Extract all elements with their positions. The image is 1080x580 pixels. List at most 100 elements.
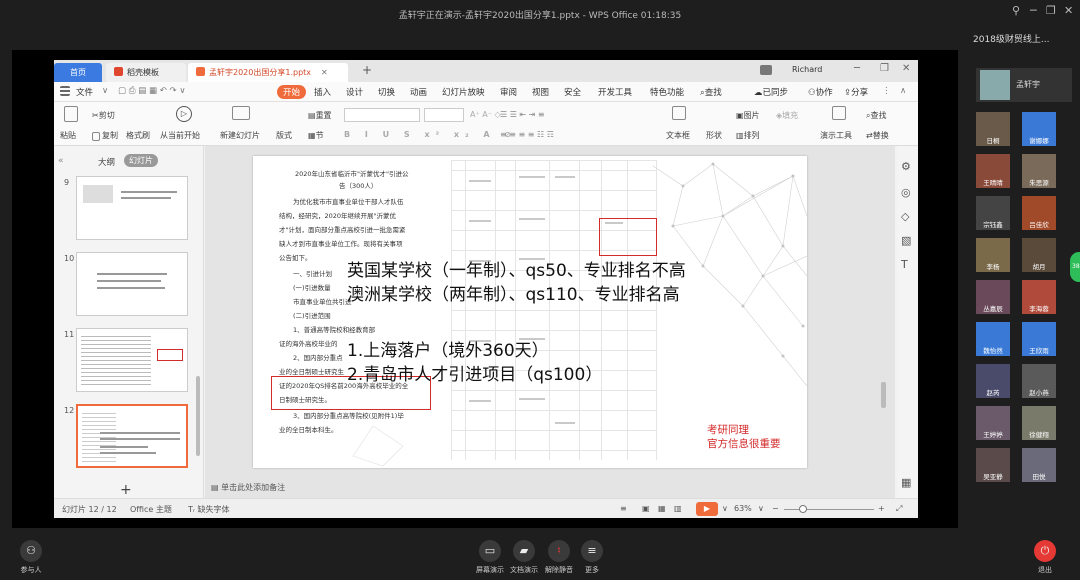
zoom-slider-thumb[interactable] — [799, 505, 807, 513]
host-tile[interactable]: 孟轩宇 — [976, 68, 1072, 102]
minimize-icon[interactable]: ─ — [1030, 4, 1037, 17]
sorter-view-icon[interactable]: ▦ — [658, 504, 666, 513]
collapse-ribbon-icon[interactable]: ∧ — [900, 86, 906, 96]
chevron-down-icon[interactable]: ∨ — [102, 86, 108, 96]
reading-view-icon[interactable]: ▥ — [674, 504, 682, 513]
textbox-button[interactable]: 文本框 — [666, 130, 690, 141]
from-current-button[interactable]: 从当前开始 — [160, 130, 200, 141]
pin-icon[interactable]: ⚲ — [1012, 4, 1020, 17]
menu-share[interactable]: ⇪分享 — [844, 86, 868, 98]
font-name-select[interactable] — [344, 108, 420, 122]
wps-minimize-icon[interactable]: ─ — [854, 63, 860, 74]
fill-button[interactable]: ◈填充 — [776, 110, 798, 121]
menu-start[interactable]: 开始 — [277, 85, 307, 99]
slide-thumb-10[interactable] — [76, 252, 188, 316]
find-button[interactable]: ⌕查找 — [866, 110, 886, 121]
zoom-in-icon[interactable]: + — [878, 504, 885, 513]
add-slide-icon[interactable]: + — [120, 482, 132, 498]
picture-button[interactable]: ▣图片 — [736, 110, 760, 121]
participant-tile[interactable]: 田悦 — [1022, 448, 1056, 482]
layout-button[interactable]: 版式 — [276, 130, 292, 141]
participant-tile[interactable]: 吴亚静 — [976, 448, 1010, 482]
restore-icon[interactable]: ❐ — [1046, 4, 1056, 17]
share-screen-button[interactable]: ▭ 屏幕演示 — [476, 540, 504, 575]
canvas-scrollbar[interactable] — [881, 382, 886, 408]
close-icon[interactable]: ✕ — [1064, 4, 1073, 17]
participant-tile[interactable]: 赵小燕 — [1022, 364, 1056, 398]
new-slide-icon[interactable] — [232, 106, 252, 120]
new-slide-button[interactable]: 新建幻灯片 — [220, 130, 260, 141]
align-icons[interactable]: ≡ ≡ ≡ ≡ ☷ ☶ — [500, 130, 554, 139]
menu-devtools[interactable]: 开发工具 — [598, 86, 632, 98]
cut-button[interactable]: ✂剪切 — [92, 110, 115, 121]
slide-tools-icon[interactable] — [832, 106, 848, 120]
slide-thumb-9[interactable] — [76, 176, 188, 240]
menu-transition[interactable]: 切换 — [378, 86, 395, 98]
menu-features[interactable]: 特色功能 — [650, 86, 684, 98]
participant-tile[interactable]: 丛嘉辰 — [976, 280, 1010, 314]
tab-slides[interactable]: 幻灯片 — [124, 154, 158, 167]
participant-tile[interactable]: 李海蓉 — [1022, 280, 1056, 314]
play-icon[interactable]: ▷ — [176, 106, 192, 122]
wps-close-icon[interactable]: ✕ — [902, 63, 910, 74]
tab-templates[interactable]: 稻壳模板 — [106, 63, 186, 82]
font-grow-icon[interactable]: A⁺ A⁻ ◇ — [470, 110, 501, 119]
menu-file[interactable]: 文件 — [76, 86, 93, 98]
grid-tool-icon[interactable]: ▦ — [901, 476, 911, 489]
menu-view[interactable]: 视图 — [532, 86, 549, 98]
adjust-icon[interactable]: ⚙ — [901, 160, 911, 173]
quick-access-icons[interactable]: ▢ ⎙ ▤ ▦ ↶ ↷ ∨ — [118, 86, 186, 96]
wps-restore-icon[interactable]: ❐ — [880, 63, 889, 74]
menu-design[interactable]: 设计 — [346, 86, 363, 98]
tab-file[interactable]: 孟轩宇2020出国分享1.pptx ✕ — [188, 63, 348, 82]
participant-tile[interactable]: 王婷婷 — [976, 406, 1010, 440]
participant-tile[interactable]: 谢娜娜 — [1022, 112, 1056, 146]
unmute-button[interactable]: ♮ 解除静音 — [545, 540, 573, 575]
slide-thumb-11[interactable] — [76, 328, 188, 392]
participant-tile[interactable]: 魏怡然 — [976, 322, 1010, 356]
style-tool-icon[interactable]: ◇ — [901, 210, 909, 223]
zoom-slider[interactable] — [784, 509, 874, 510]
slideshow-dropdown-icon[interactable]: ∨ — [722, 504, 728, 513]
slide-tools-button[interactable]: 演示工具 — [820, 130, 852, 141]
shape-button[interactable]: 形状 — [706, 130, 722, 141]
format-painter-button[interactable]: 格式刷 — [126, 130, 150, 141]
tab-outline[interactable]: 大纲 — [98, 156, 115, 168]
tab-close-icon[interactable]: ✕ — [321, 68, 328, 77]
section-button[interactable]: ▦节 — [308, 130, 324, 141]
more-icon[interactable]: ⋮ — [882, 86, 891, 96]
theme-name[interactable]: Office 主题 — [130, 504, 172, 515]
leave-button[interactable]: ⏻ 退出 — [1034, 540, 1056, 575]
replace-button[interactable]: ⇄替换 — [866, 130, 889, 141]
thumb-scrollbar[interactable] — [196, 376, 200, 456]
participant-tile[interactable]: 赵芮 — [976, 364, 1010, 398]
participant-tile[interactable]: 吕佳欣 — [1022, 196, 1056, 230]
menu-insert[interactable]: 插入 — [314, 86, 331, 98]
participant-tile[interactable]: 胡月 — [1022, 238, 1056, 272]
participant-tile[interactable]: 李杨 — [976, 238, 1010, 272]
notes-toggle-icon[interactable]: ≡ — [620, 504, 627, 513]
fit-window-icon[interactable]: ⤢ — [896, 504, 902, 514]
arrange-button[interactable]: ▥排列 — [736, 130, 760, 141]
collapse-pane-icon[interactable]: « — [58, 156, 64, 166]
text-tool-icon[interactable]: T — [901, 258, 908, 271]
participant-tile[interactable]: 日桐 — [976, 112, 1010, 146]
transition-tool-icon[interactable]: ▧ — [901, 234, 911, 247]
participant-tile[interactable]: 徐健翔 — [1022, 406, 1056, 440]
participants-button[interactable]: ⚇ 参与人 — [20, 540, 42, 575]
menu-security[interactable]: 安全 — [564, 86, 581, 98]
reset-button[interactable]: ▤重置 — [308, 110, 332, 121]
font-size-select[interactable] — [424, 108, 464, 122]
menu-slideshow[interactable]: 幻灯片放映 — [442, 86, 485, 98]
play-slideshow-button[interactable]: ▶ — [696, 502, 718, 516]
menu-collab[interactable]: ⚇协作 — [808, 86, 833, 98]
tab-home[interactable]: 首页 — [54, 63, 102, 82]
paste-icon[interactable] — [64, 106, 80, 122]
zoom-level[interactable]: 63% — [734, 504, 752, 513]
participant-tile[interactable]: 王晴晴 — [976, 154, 1010, 188]
normal-view-icon[interactable]: ▣ — [642, 504, 650, 513]
new-tab-icon[interactable]: + — [362, 63, 372, 77]
participant-tile[interactable]: 朱思源 — [1022, 154, 1056, 188]
side-badge[interactable]: 38 — [1070, 252, 1080, 282]
participant-tile[interactable]: 宗钰鑫 — [976, 196, 1010, 230]
